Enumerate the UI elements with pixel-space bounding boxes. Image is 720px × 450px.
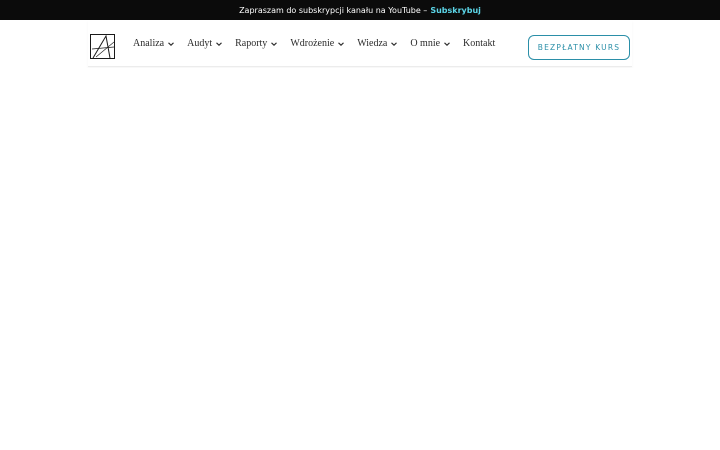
chevron-down-icon	[444, 41, 450, 46]
chevron-down-icon	[391, 41, 398, 46]
page-content	[0, 68, 720, 450]
nav-item-label: O mnie	[410, 38, 441, 49]
main-nav: Analiza Audyt Raporty Wdrożenie Wiedza O…	[133, 20, 507, 67]
chevron-down-icon	[168, 41, 174, 46]
subscribe-link[interactable]: Subskrybuj	[430, 6, 481, 15]
nav-item-audyt[interactable]: Audyt	[187, 38, 223, 49]
chevron-down-icon	[216, 41, 222, 46]
nav-item-label: Kontakt	[463, 38, 496, 49]
nav-item-label: Analiza	[133, 38, 165, 49]
nav-item-kontakt[interactable]: Kontakt	[463, 38, 495, 49]
chevron-down-icon	[271, 41, 278, 46]
nav-item-label: Wdrożenie	[290, 38, 335, 49]
nav-item-label: Wiedza	[357, 38, 388, 49]
site-header: Analiza Audyt Raporty Wdrożenie Wiedza O…	[88, 20, 632, 67]
nav-item-label: Raporty	[235, 38, 268, 49]
nav-item-raporty[interactable]: Raporty	[235, 38, 278, 49]
nav-item-wiedza[interactable]: Wiedza	[357, 38, 398, 49]
announcement-text: Zapraszam do subskrypcji kanału na YouTu…	[239, 5, 428, 15]
free-course-button[interactable]: BEZPŁATNY KURS	[528, 35, 630, 60]
nav-item-wdrozenie[interactable]: Wdrożenie	[290, 38, 345, 49]
announcement-bar: Zapraszam do subskrypcji kanału na YouTu…	[0, 0, 720, 20]
chevron-down-icon	[338, 41, 345, 46]
nav-item-analiza[interactable]: Analiza	[133, 38, 175, 49]
nav-item-o-mnie[interactable]: O mnie	[410, 38, 451, 49]
nav-item-label: Audyt	[187, 38, 213, 49]
logo-icon[interactable]	[90, 34, 115, 59]
